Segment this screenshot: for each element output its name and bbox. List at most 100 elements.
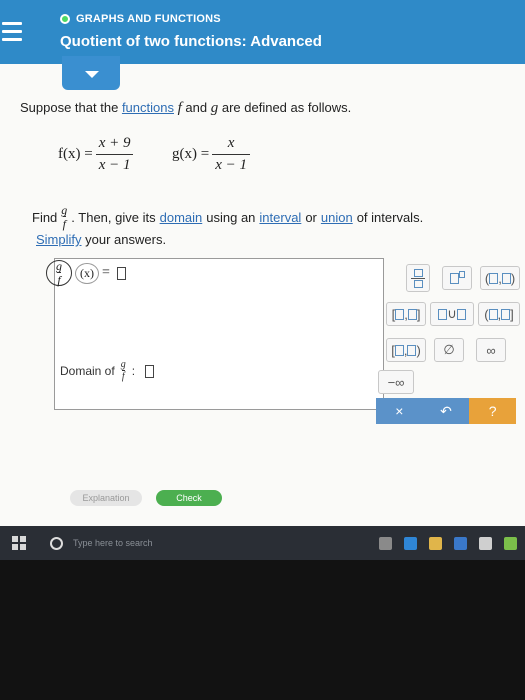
intro-prefix: Suppose that the bbox=[20, 100, 119, 115]
page-title: Quotient of two functions: Advanced bbox=[60, 33, 322, 50]
simplify-line: Simplify your answers. bbox=[36, 232, 166, 247]
equals-sign: = bbox=[102, 265, 110, 280]
exponent-slot-icon bbox=[458, 270, 465, 278]
domain-label: Domain of bbox=[60, 364, 115, 378]
f-definition: f(x) = x + 9 x − 1 bbox=[58, 136, 134, 173]
f-fraction: x + 9 x − 1 bbox=[95, 136, 134, 173]
union-link[interactable]: union bbox=[321, 210, 353, 225]
intro-g: g bbox=[210, 100, 219, 116]
menu-icon[interactable] bbox=[2, 22, 26, 44]
g-fraction: x x − 1 bbox=[212, 136, 250, 173]
help-button[interactable]: ? bbox=[469, 398, 517, 424]
find-num: g bbox=[61, 203, 68, 217]
right-slot-icon bbox=[407, 344, 417, 356]
find-or: or bbox=[305, 209, 317, 225]
explanation-button[interactable]: Explanation bbox=[70, 490, 142, 506]
undo-icon: ↶ bbox=[440, 402, 452, 419]
help-icon: ? bbox=[488, 403, 497, 419]
intro-suffix: are defined as follows. bbox=[221, 100, 352, 115]
intro-f: f bbox=[177, 100, 182, 116]
problem-intro: Suppose that the functions f and g are d… bbox=[20, 100, 351, 117]
half-closed-interval-button[interactable]: [,) bbox=[386, 338, 426, 362]
union-symbol: ∪ bbox=[447, 306, 457, 321]
find-mid: . Then, give its bbox=[71, 209, 156, 225]
neg-infinity-button[interactable]: −∞ bbox=[378, 370, 414, 394]
fraction-bar-icon bbox=[411, 277, 425, 279]
taskbar-apps bbox=[379, 536, 517, 550]
laptop-bezel bbox=[0, 560, 525, 700]
find-den: f bbox=[62, 216, 66, 231]
simplify-rest: your answers. bbox=[85, 232, 167, 247]
left-slot-icon bbox=[394, 344, 404, 356]
app-icon[interactable] bbox=[504, 536, 517, 550]
quotient-circle: g f bbox=[46, 260, 72, 286]
interval-link[interactable]: interval bbox=[259, 210, 301, 225]
base-slot-icon bbox=[449, 272, 459, 284]
undo-button[interactable]: ↶ bbox=[423, 398, 470, 424]
progress-dot-icon bbox=[60, 14, 70, 24]
domain-answer-row: Domain of g f : bbox=[60, 360, 155, 382]
half-open-interval-button[interactable]: (,] bbox=[478, 302, 520, 326]
left-slot-icon bbox=[488, 308, 498, 320]
edge-icon[interactable] bbox=[404, 536, 417, 550]
empty-set-icon: ∅ bbox=[443, 342, 455, 357]
neg-infinity-icon: −∞ bbox=[387, 374, 405, 390]
right-slot-icon bbox=[501, 272, 511, 284]
union-button[interactable]: ∪ bbox=[430, 302, 474, 326]
right-slot-icon bbox=[456, 308, 466, 320]
windows-start-icon[interactable] bbox=[12, 536, 26, 550]
find-line: Find g f . Then, give its domain using a… bbox=[32, 204, 423, 230]
find-using: using an bbox=[206, 209, 256, 225]
fraction-button[interactable] bbox=[406, 264, 430, 292]
right-slot-icon bbox=[501, 308, 511, 320]
domain-num: g bbox=[120, 359, 126, 370]
simplify-link[interactable]: Simplify bbox=[36, 232, 82, 247]
right-slot-icon bbox=[407, 308, 417, 320]
f-denominator: x − 1 bbox=[95, 154, 134, 173]
find-fraction: g f bbox=[61, 204, 67, 230]
action-bar: × ↶ ? bbox=[376, 398, 517, 424]
check-button[interactable]: Check bbox=[156, 490, 222, 506]
header-bar: GRAPHS AND FUNCTIONS Quotient of two fun… bbox=[0, 0, 525, 64]
screen: GRAPHS AND FUNCTIONS Quotient of two fun… bbox=[0, 0, 525, 545]
intro-and: and bbox=[185, 100, 208, 115]
open-interval-button[interactable]: (,) bbox=[480, 266, 520, 290]
domain-input[interactable] bbox=[145, 364, 155, 378]
infinity-button[interactable]: ∞ bbox=[476, 338, 506, 362]
left-slot-icon bbox=[489, 272, 499, 284]
circle-fraction: g f bbox=[56, 260, 62, 286]
fraction-den-slot-icon bbox=[413, 279, 423, 288]
g-numerator: x bbox=[227, 135, 235, 151]
exponent-button[interactable] bbox=[442, 266, 472, 290]
cortana-icon[interactable] bbox=[50, 536, 63, 550]
functions-link[interactable]: functions bbox=[122, 100, 174, 115]
circle-num: g bbox=[56, 259, 62, 273]
find-end: of intervals. bbox=[356, 209, 424, 225]
topic-label: GRAPHS AND FUNCTIONS bbox=[76, 13, 221, 25]
domain-colon: : bbox=[131, 364, 136, 378]
g-definition: g(x) = x x − 1 bbox=[172, 136, 250, 173]
collapse-tab[interactable] bbox=[62, 56, 120, 90]
taskbar-search[interactable]: Type here to search bbox=[73, 538, 153, 548]
circle-den: f bbox=[57, 272, 61, 287]
find-label: Find bbox=[32, 209, 58, 225]
clear-button[interactable]: × bbox=[376, 398, 423, 424]
mail-icon[interactable] bbox=[479, 536, 492, 550]
fraction-num-slot-icon bbox=[413, 268, 423, 277]
topic-row: GRAPHS AND FUNCTIONS bbox=[60, 12, 221, 26]
task-view-icon[interactable] bbox=[379, 536, 392, 550]
quotient-answer-row: g f (x) = bbox=[46, 260, 126, 286]
file-explorer-icon[interactable] bbox=[429, 536, 442, 550]
taskbar: Type here to search bbox=[0, 526, 525, 560]
left-slot-icon bbox=[395, 308, 405, 320]
store-icon[interactable] bbox=[454, 536, 467, 550]
closed-interval-button[interactable]: [,] bbox=[386, 302, 426, 326]
x-label: (x) bbox=[75, 262, 99, 284]
domain-fraction: g f bbox=[121, 360, 126, 382]
infinity-icon: ∞ bbox=[486, 342, 496, 358]
left-slot-icon bbox=[438, 308, 448, 320]
domain-link[interactable]: domain bbox=[160, 210, 203, 225]
quotient-input[interactable] bbox=[116, 266, 126, 280]
empty-set-button[interactable]: ∅ bbox=[434, 338, 464, 362]
g-denominator: x − 1 bbox=[212, 154, 250, 173]
